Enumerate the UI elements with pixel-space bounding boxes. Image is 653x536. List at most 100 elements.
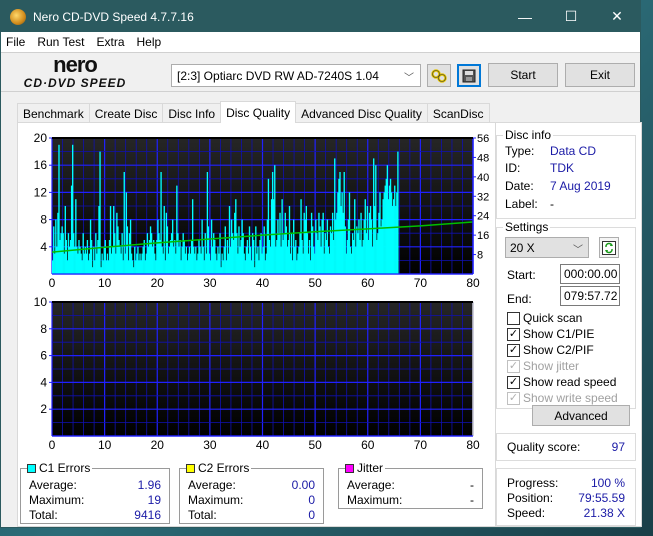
- y2-tick-label: 24: [477, 211, 489, 223]
- toolbar: nero CD·DVD SPEED [2:3] Optiarc DVD RW A…: [1, 52, 640, 92]
- menu-extra[interactable]: Extra: [90, 35, 130, 49]
- side-panel: Disc info Type: Data CD ID: TDK Date: 7 …: [496, 122, 642, 527]
- x-tick-label: 80: [466, 276, 480, 290]
- disc-date-value: 7 Aug 2019: [550, 179, 611, 193]
- start-label: Start:: [507, 268, 536, 282]
- position-label: Position:: [507, 491, 554, 505]
- tab-advanced-disc-quality[interactable]: Advanced Disc Quality: [295, 103, 428, 123]
- c1-errors-chart: 8162432404856481216200 10 20 30 40 50 60 70 80: [34, 131, 490, 290]
- app-window: Nero CD-DVD Speed 4.7.7.16 — ☐ ✕ File Ru…: [0, 0, 642, 528]
- c2-average-label: Average:: [188, 478, 236, 492]
- show-c2-checkbox[interactable]: ✓ Show C2/PIF: [507, 343, 594, 357]
- app-icon: [10, 8, 26, 25]
- x-tick-label: 20: [151, 276, 165, 290]
- jitter-color-swatch: [345, 463, 354, 473]
- checkbox-icon: [507, 311, 520, 325]
- x-tick-label: 30: [203, 438, 217, 452]
- c2-average-value: 0.00: [291, 478, 315, 492]
- disc-type-value: Data CD: [550, 144, 597, 158]
- c1-errors-title: C1 Errors: [39, 461, 91, 475]
- show-write-speed-label: Show write speed: [523, 391, 618, 405]
- show-jitter-checkbox: ✓ Show jitter: [507, 359, 579, 373]
- disc-date-label: Date:: [505, 179, 534, 193]
- show-write-speed-checkbox: ✓ Show write speed: [507, 391, 618, 405]
- tab-benchmark[interactable]: Benchmark: [17, 103, 90, 123]
- logo-nero-text: nero: [53, 52, 98, 77]
- checkmark-icon: ✓: [507, 327, 520, 341]
- show-read-speed-checkbox[interactable]: ✓ Show read speed: [507, 375, 616, 389]
- show-c1-label: Show C1/PIE: [523, 327, 595, 341]
- speed-select[interactable]: 20 X ﹀: [505, 237, 589, 258]
- y-tick-label: 12: [34, 185, 48, 199]
- end-label: End:: [507, 292, 532, 306]
- quality-score-value: 97: [611, 440, 625, 454]
- c2-errors-group: C2 Errors Average: 0.00 Maximum: 0 Total: 0: [179, 461, 324, 524]
- tab-disc-info[interactable]: Disc Info: [162, 103, 222, 123]
- drive-select[interactable]: [2:3] Optiarc DVD RW AD-7240S 1.04 ﹀: [171, 64, 421, 87]
- x-tick-label: 50: [308, 276, 322, 290]
- chevron-down-icon: ﹀: [573, 245, 583, 256]
- maximize-button[interactable]: ☐: [548, 1, 594, 32]
- menu-file[interactable]: File: [1, 35, 31, 49]
- menu-run-test[interactable]: Run Test: [31, 35, 90, 49]
- checkmark-icon: ✓: [507, 375, 520, 389]
- c1-error-bar: [397, 151, 399, 274]
- chevron-down-icon: ﹀: [404, 73, 414, 84]
- tab-disc-quality[interactable]: Disc Quality: [220, 101, 297, 123]
- jitter-average-value: -: [470, 478, 474, 492]
- y-tick-label: 8: [40, 213, 47, 227]
- quick-scan-label: Quick scan: [523, 311, 583, 325]
- checkmark-icon: ✓: [507, 359, 520, 373]
- position-value: 79:55.59: [578, 491, 625, 505]
- exit-button[interactable]: Exit: [565, 63, 635, 87]
- save-button[interactable]: [457, 64, 481, 87]
- c1-total-label: Total:: [29, 508, 58, 522]
- minimize-button[interactable]: —: [502, 1, 548, 32]
- x-tick-label: 0: [49, 438, 56, 452]
- y2-tick-label: 32: [477, 191, 489, 203]
- close-button[interactable]: ✕: [594, 1, 640, 32]
- speed-label: Speed:: [507, 506, 546, 520]
- y2-tick-label: 40: [477, 172, 489, 184]
- x-tick-label: 70: [414, 438, 428, 452]
- x-tick-label: 40: [256, 276, 270, 290]
- disc-type-label: Type:: [505, 144, 535, 158]
- quality-score-label: Quality score:: [507, 440, 581, 454]
- x-tick-label: 10: [98, 276, 112, 290]
- disc-label-value: -: [550, 197, 554, 211]
- chain-link-icon: [431, 68, 447, 83]
- tab-create-disc[interactable]: Create Disc: [88, 103, 164, 123]
- advanced-button[interactable]: Advanced: [532, 405, 630, 426]
- refresh-button[interactable]: [599, 237, 619, 258]
- y-tick-label: 10: [34, 295, 48, 309]
- end-time-input[interactable]: 079:57.72: [560, 286, 620, 306]
- show-c1-checkbox[interactable]: ✓ Show C1/PIE: [507, 327, 594, 341]
- x-tick-label: 20: [151, 438, 165, 452]
- tab-bar: Benchmark Create Disc Disc Info Disc Qua…: [17, 101, 490, 123]
- c1-total-value: 9416: [134, 508, 161, 522]
- progress-group: Progress: 100 % Position: 79:55.59 Speed…: [496, 468, 636, 526]
- y-tick-label: 2: [40, 402, 47, 416]
- quick-scan-checkbox[interactable]: Quick scan: [507, 311, 582, 325]
- tab-scandisc[interactable]: ScanDisc: [426, 103, 490, 123]
- drive-select-value: [2:3] Optiarc DVD RW AD-7240S 1.04: [177, 68, 379, 83]
- start-button[interactable]: Start: [488, 63, 558, 87]
- eject-button[interactable]: [427, 64, 451, 87]
- menu-help[interactable]: Help: [131, 35, 168, 49]
- refresh-icon: [602, 240, 616, 255]
- settings-group: Settings 20 X ﹀ Start: 000:00.00 End: 07…: [496, 220, 636, 409]
- c2-errors-title: C2 Errors: [198, 461, 250, 475]
- c1-average-label: Average:: [29, 478, 77, 492]
- start-time-input[interactable]: 000:00.00: [560, 264, 620, 284]
- y2-tick-label: 16: [477, 230, 489, 242]
- floppy-disk-icon: [462, 69, 476, 82]
- logo-speed-text: CD·DVD SPEED: [23, 76, 127, 90]
- checkmark-icon: ✓: [507, 343, 520, 357]
- checkmark-icon: ✓: [507, 391, 520, 405]
- disc-quality-panel: 8 16 24 32 40 48 56 4 8 12 16 20 0 10 20 30 40 50 60 70 80 2…: [17, 122, 496, 527]
- title-bar: Nero CD-DVD Speed 4.7.7.16 — ☐ ✕: [1, 1, 640, 32]
- window-title: Nero CD-DVD Speed 4.7.7.16: [33, 9, 194, 24]
- c1-error-bar: [99, 151, 101, 274]
- show-c2-label: Show C2/PIF: [523, 343, 594, 357]
- jitter-average-label: Average:: [347, 478, 395, 492]
